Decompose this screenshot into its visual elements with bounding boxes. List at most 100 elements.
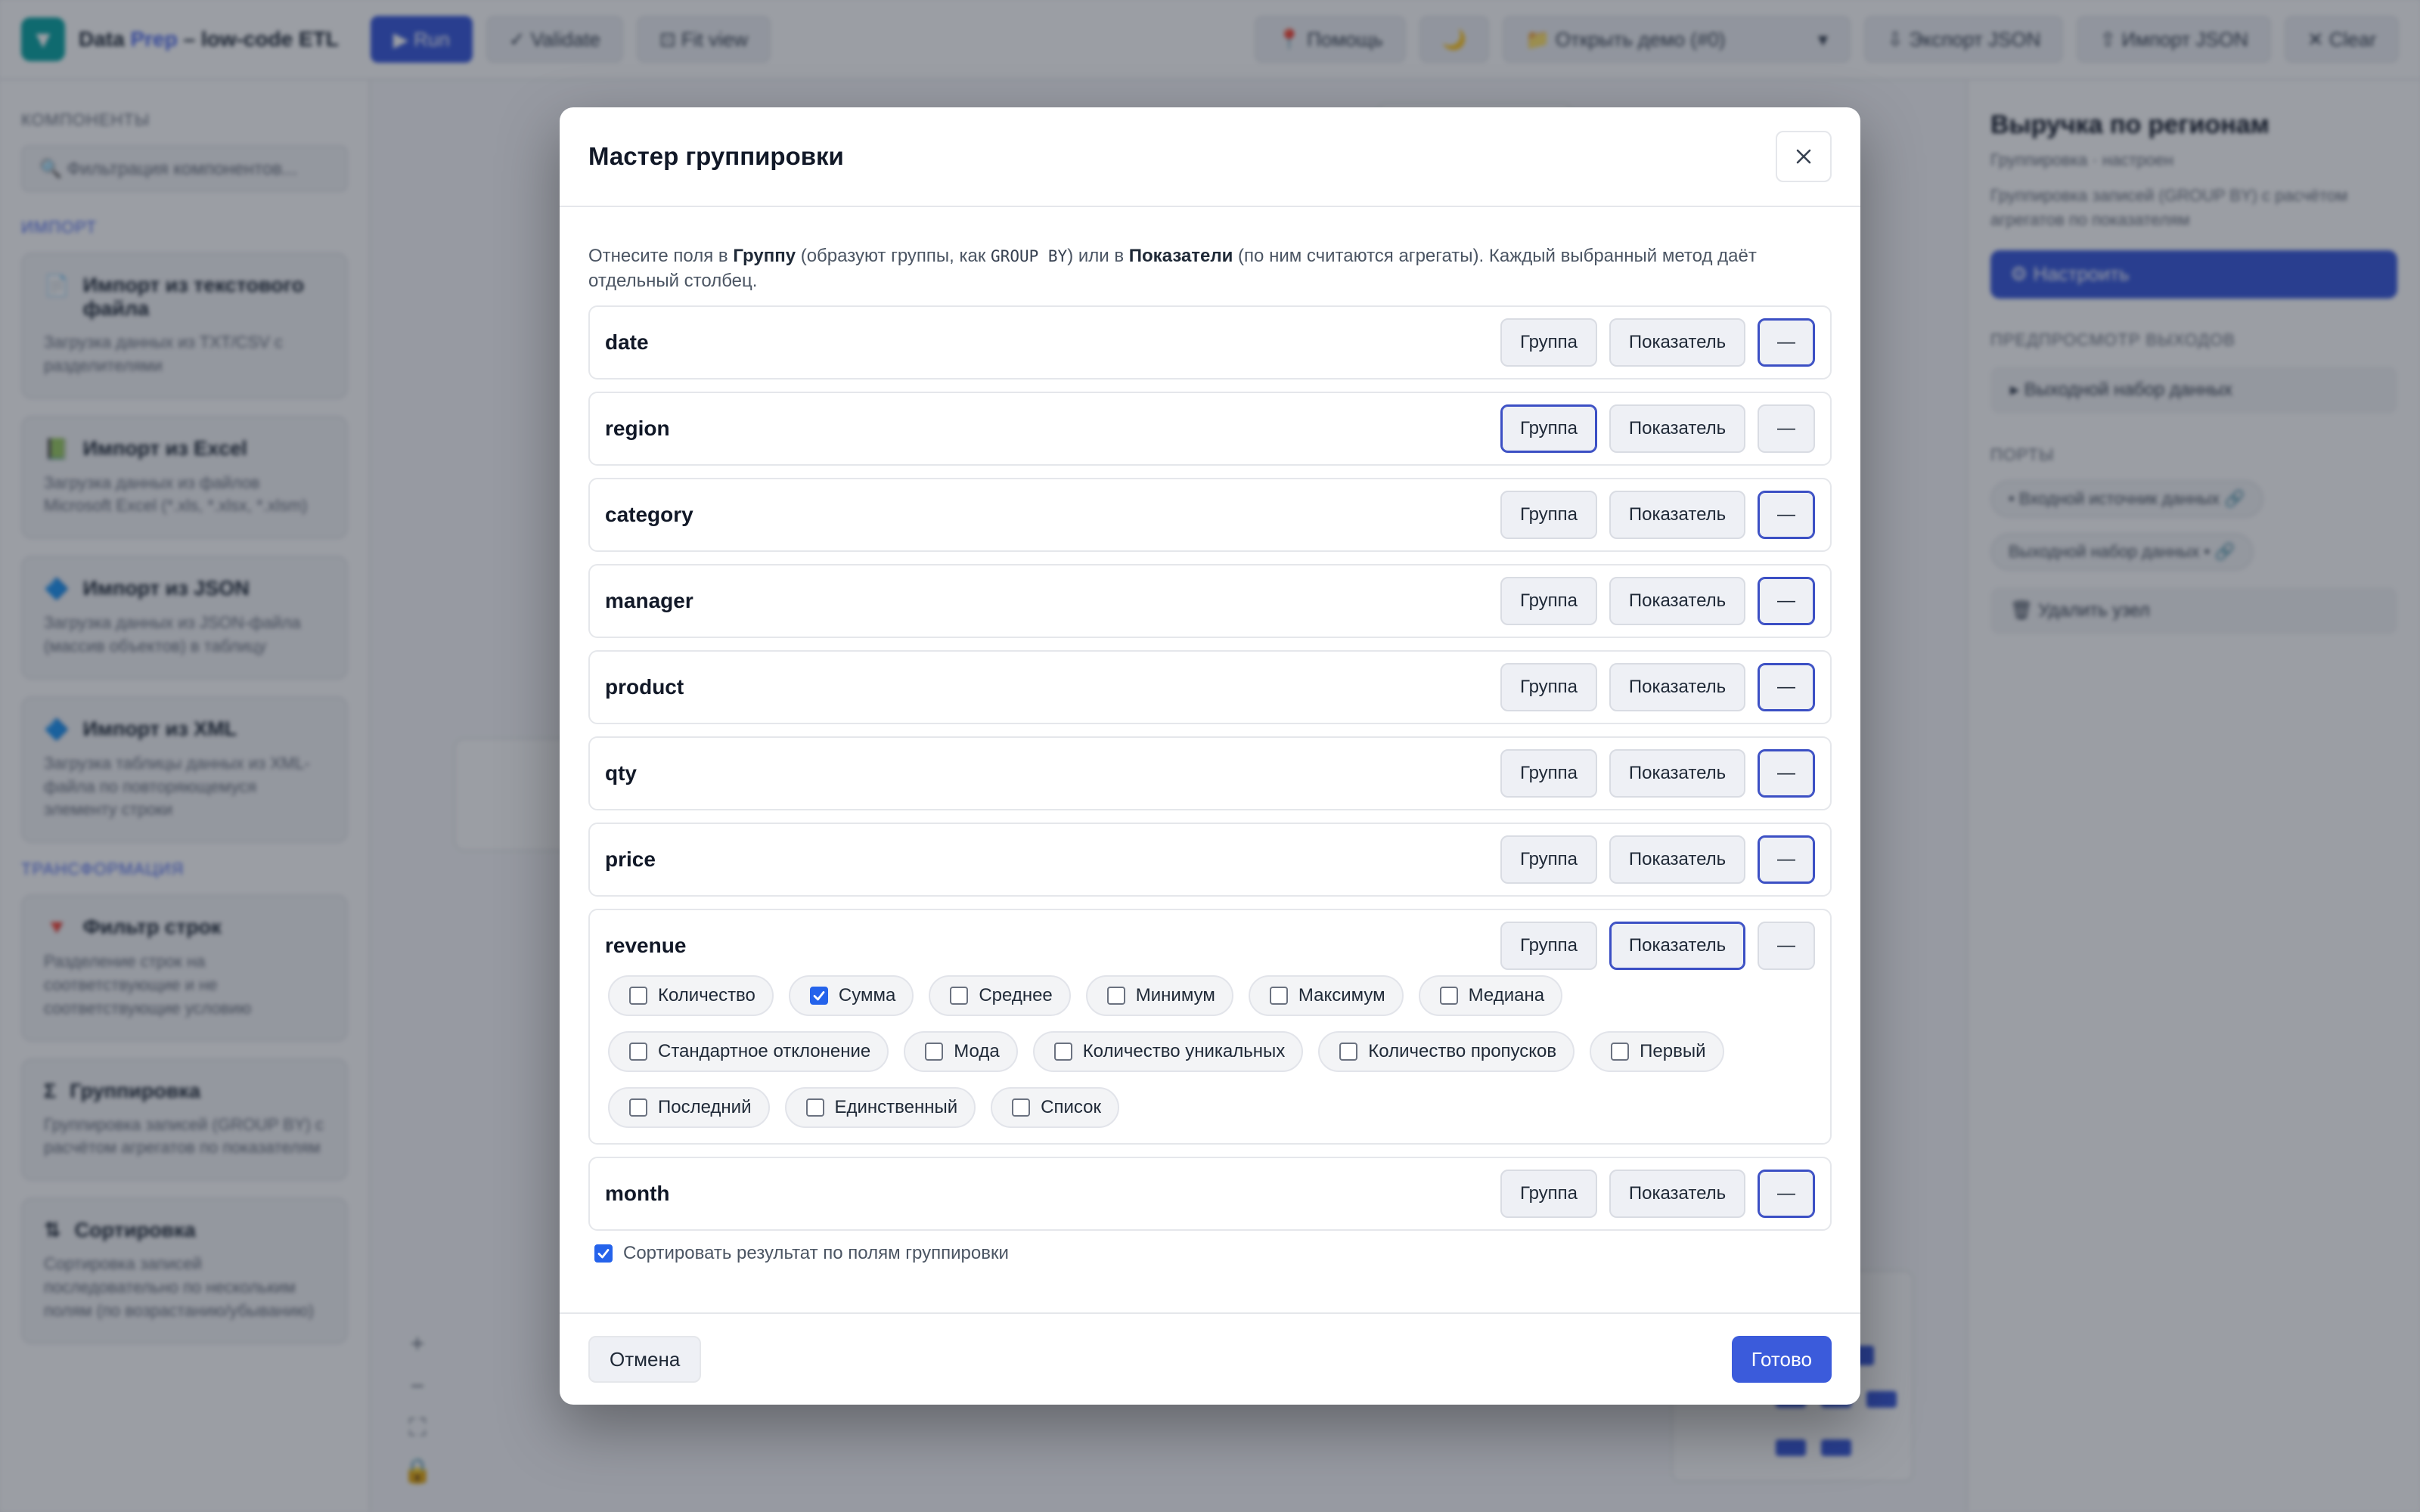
metric-role-button[interactable]: Показатель xyxy=(1609,835,1745,885)
done-button[interactable]: Готово xyxy=(1731,1336,1832,1383)
group-role-button[interactable]: Группа xyxy=(1500,491,1597,540)
close-icon xyxy=(1796,149,1811,164)
group-role-button[interactable]: Группа xyxy=(1500,663,1597,712)
aggregation-label: Медиана xyxy=(1468,985,1545,1006)
field-row-header: month Группа Показатель — xyxy=(590,1158,1830,1229)
intro-metric-term: Показатели xyxy=(1128,246,1233,266)
group-role-button[interactable]: Группа xyxy=(1500,577,1597,626)
aggregation-checkbox[interactable] xyxy=(629,1043,647,1061)
none-role-button[interactable]: — xyxy=(1758,491,1815,540)
field-row: manager Группа Показатель — xyxy=(588,564,1832,639)
field-row-header: category Группа Показатель — xyxy=(590,479,1830,550)
aggregation-checkbox[interactable] xyxy=(950,987,969,1005)
aggregation-checkbox[interactable] xyxy=(1012,1098,1031,1117)
dialog-body: Отнесите поля в Группу (образуют группы,… xyxy=(588,243,1832,1264)
group-role-button[interactable]: Группа xyxy=(1500,404,1597,454)
aggregation-option[interactable]: Стандартное отклонение xyxy=(608,1031,889,1073)
metric-role-button[interactable]: Показатель xyxy=(1609,577,1745,626)
group-role-button[interactable]: Группа xyxy=(1500,749,1597,798)
sort-checkbox[interactable] xyxy=(594,1244,613,1263)
none-role-button[interactable]: — xyxy=(1758,1170,1815,1219)
field-row: price Группа Показатель — xyxy=(588,823,1832,897)
none-role-button[interactable]: — xyxy=(1758,749,1815,798)
field-row-header: product Группа Показатель — xyxy=(590,652,1830,723)
aggregation-checkbox[interactable] xyxy=(925,1043,944,1061)
aggregation-option[interactable]: Сумма xyxy=(788,975,914,1017)
field-name: qty xyxy=(605,761,637,785)
aggregation-option[interactable]: Первый xyxy=(1590,1031,1724,1073)
none-role-button[interactable]: — xyxy=(1758,922,1815,971)
aggregation-option[interactable]: Минимум xyxy=(1085,975,1233,1017)
field-row-header: revenue Группа Показатель — xyxy=(590,910,1830,981)
aggregation-checkbox[interactable] xyxy=(1611,1043,1630,1061)
field-row: category Группа Показатель — xyxy=(588,478,1832,553)
metric-role-button[interactable]: Показатель xyxy=(1609,749,1745,798)
aggregation-checkbox[interactable] xyxy=(1339,1043,1358,1061)
field-name: revenue xyxy=(605,934,687,958)
check-icon xyxy=(597,1249,610,1259)
aggregation-label: Количество уникальных xyxy=(1082,1041,1286,1062)
aggregation-label: Первый xyxy=(1640,1041,1706,1062)
aggregation-option[interactable]: Максимум xyxy=(1248,975,1404,1017)
metric-role-button[interactable]: Показатель xyxy=(1609,663,1745,712)
none-role-button[interactable]: — xyxy=(1758,835,1815,885)
field-row: month Группа Показатель — xyxy=(588,1157,1832,1232)
aggregation-option[interactable]: Среднее xyxy=(929,975,1071,1017)
dialog-header: Мастер группировки xyxy=(560,107,1860,207)
group-role-button[interactable]: Группа xyxy=(1500,922,1597,971)
cancel-button[interactable]: Отмена xyxy=(588,1336,702,1383)
aggregation-option[interactable]: Количество xyxy=(608,975,774,1017)
aggregation-option[interactable]: Последний xyxy=(608,1087,770,1129)
aggregation-option[interactable]: Единственный xyxy=(784,1087,976,1129)
aggregation-options: Количество Сумма Среднее Минимум Максимум Мед… xyxy=(590,975,1830,1143)
none-role-button[interactable]: — xyxy=(1758,318,1815,367)
close-button[interactable] xyxy=(1776,131,1832,182)
aggregation-label: Количество xyxy=(658,985,755,1006)
field-row: qty Группа Показатель — xyxy=(588,736,1832,811)
dialog-footer: Отмена Готово xyxy=(560,1312,1860,1405)
field-row: product Группа Показатель — xyxy=(588,650,1832,725)
dialog-title: Мастер группировки xyxy=(588,142,844,170)
field-name: product xyxy=(605,675,684,699)
aggregation-option[interactable]: Количество уникальных xyxy=(1032,1031,1304,1073)
aggregation-checkbox[interactable] xyxy=(1269,987,1288,1005)
aggregation-checkbox[interactable] xyxy=(805,1098,824,1117)
aggregation-checkbox[interactable] xyxy=(1053,1043,1072,1061)
intro-text-d: ) или в xyxy=(1067,246,1129,266)
metric-role-button[interactable]: Показатель xyxy=(1609,922,1745,971)
aggregation-checkbox[interactable] xyxy=(629,1098,647,1117)
field-row-header: price Группа Показатель — xyxy=(590,824,1830,895)
group-role-button[interactable]: Группа xyxy=(1500,1170,1597,1219)
aggregation-checkbox[interactable] xyxy=(1106,987,1125,1005)
group-role-button[interactable]: Группа xyxy=(1500,318,1597,367)
grouping-wizard-dialog: Мастер группировки Отнесите поля в Групп… xyxy=(560,107,1860,1405)
aggregation-label: Сумма xyxy=(838,985,896,1006)
aggregation-label: Минимум xyxy=(1135,985,1215,1006)
aggregation-option[interactable]: Список xyxy=(991,1087,1120,1129)
metric-role-button[interactable]: Показатель xyxy=(1609,404,1745,454)
aggregation-option[interactable]: Медиана xyxy=(1418,975,1563,1017)
aggregation-option[interactable]: Мода xyxy=(904,1031,1018,1073)
aggregation-checkbox[interactable] xyxy=(1439,987,1458,1005)
none-role-button[interactable]: — xyxy=(1758,577,1815,626)
aggregation-label: Мода xyxy=(954,1041,1000,1062)
intro-text-c: (образуют группы, как xyxy=(796,246,991,266)
metric-role-button[interactable]: Показатель xyxy=(1609,491,1745,540)
aggregation-checkbox[interactable] xyxy=(809,987,828,1005)
group-role-button[interactable]: Группа xyxy=(1500,835,1597,885)
metric-role-button[interactable]: Показатель xyxy=(1609,318,1745,367)
aggregation-label: Последний xyxy=(658,1097,752,1118)
intro-group-term: Группу xyxy=(733,246,796,266)
field-name: month xyxy=(605,1182,670,1206)
aggregation-label: Единственный xyxy=(834,1097,958,1118)
field-name: region xyxy=(605,417,670,441)
none-role-button[interactable]: — xyxy=(1758,663,1815,712)
check-icon xyxy=(813,991,825,1001)
metric-role-button[interactable]: Показатель xyxy=(1609,1170,1745,1219)
aggregation-option[interactable]: Количество пропусков xyxy=(1318,1031,1575,1073)
aggregation-checkbox[interactable] xyxy=(629,987,647,1005)
none-role-button[interactable]: — xyxy=(1758,404,1815,454)
sort-option[interactable]: Сортировать результат по полям группиров… xyxy=(588,1243,1832,1264)
field-name: category xyxy=(605,503,693,527)
field-row: revenue Группа Показатель — Количество Сумма С… xyxy=(588,909,1832,1145)
